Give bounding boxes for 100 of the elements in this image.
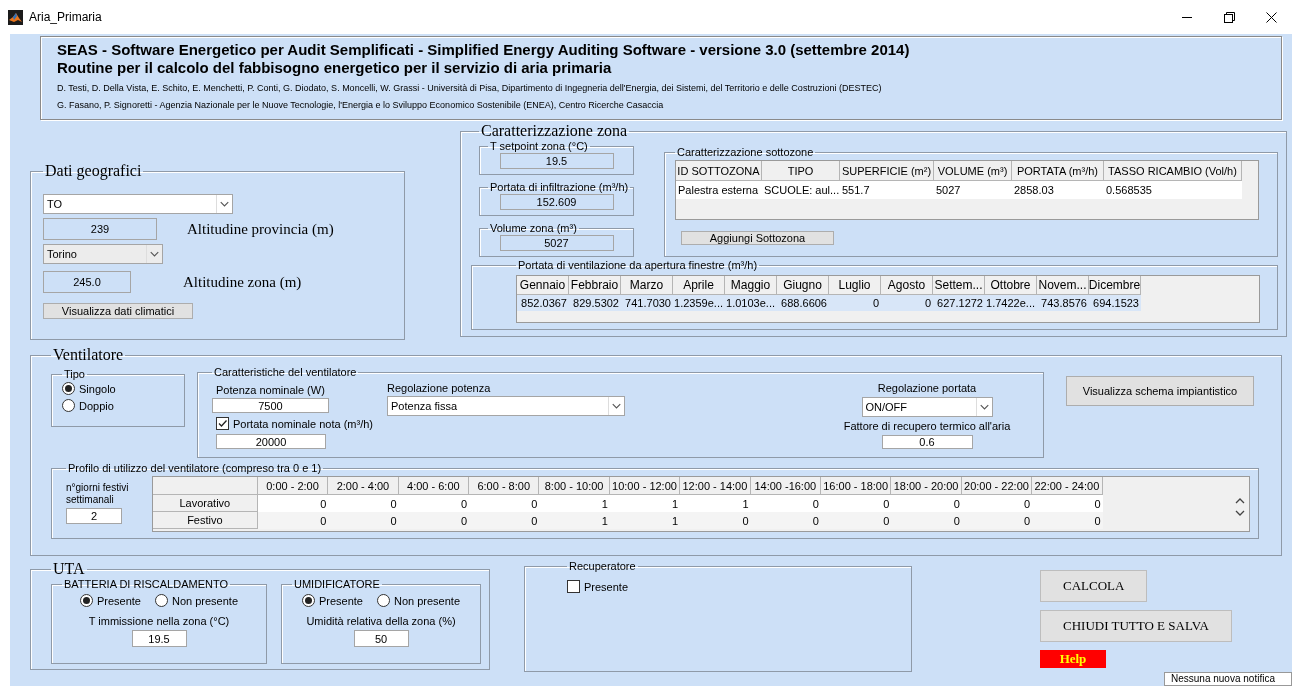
column-header: SUPERFICIE (m²) (840, 161, 934, 181)
column-header: ID SOTTOZONA (676, 161, 762, 181)
caret-icon (608, 397, 624, 415)
table-cell: 1.0103e... (725, 295, 777, 311)
column-header: 0:00 - 2:00 (257, 477, 329, 495)
checkbox[interactable] (567, 580, 580, 593)
scroll-down-icon[interactable] (1235, 510, 1245, 517)
radio-button[interactable] (155, 594, 168, 607)
column-header: 8:00 - 10:00 (539, 477, 610, 495)
column-header: Dicembre (1089, 276, 1141, 295)
table-cell[interactable]: 0 (1032, 495, 1103, 512)
checkbox-label: Presente (584, 580, 629, 593)
radio-button[interactable] (62, 382, 75, 395)
table-cell[interactable]: 0 (328, 512, 399, 529)
radio-button[interactable] (301, 594, 315, 607)
value-field[interactable]: 19.5 (131, 630, 187, 647)
table-cell: 694.1523 (1089, 295, 1141, 311)
zone-altitude-field: 245.0 (43, 271, 131, 293)
column-header: Agosto (881, 276, 933, 295)
radio-label: Non presente (394, 594, 461, 607)
checkbox-label: Portata nominale nota (m³/h) (233, 417, 373, 430)
table-cell: 1.2359e... (673, 295, 725, 311)
province-altitude-field: 239 (43, 218, 157, 240)
table-cell[interactable]: 0 (680, 512, 751, 529)
radio-button[interactable] (79, 594, 93, 607)
table-cell: 688.6606 (777, 295, 829, 311)
flow-field[interactable]: 20000 (216, 434, 326, 449)
column-header: Maggio (725, 276, 777, 295)
flow-regulation-dropdown[interactable]: ON/OFF (861, 397, 993, 417)
column-header: Novem... (1037, 276, 1089, 295)
province-dropdown[interactable]: TO (43, 194, 233, 214)
add-subzone-button[interactable]: Aggiungi Sottozona (681, 231, 834, 245)
table-cell[interactable]: 0 (961, 495, 1033, 512)
checkbox[interactable] (216, 417, 229, 430)
table-cell[interactable]: 1 (539, 512, 610, 529)
table-cell[interactable]: 0 (821, 495, 892, 512)
column-header: Settem... (933, 276, 985, 295)
radio-label: Doppio (79, 399, 114, 412)
table-cell[interactable]: 0 (961, 512, 1033, 529)
column-header: 12:00 - 14:00 (680, 477, 751, 495)
radio-button[interactable] (62, 399, 75, 412)
table-cell[interactable]: 1 (680, 495, 751, 512)
scroll-up-icon[interactable] (1235, 497, 1245, 504)
help-button[interactable]: Help (1040, 650, 1106, 668)
table-cell[interactable]: 0 (398, 512, 470, 529)
schema-button[interactable]: Visualizza schema impiantistico (1066, 376, 1254, 406)
panel-title: Caratterizzazione zona (480, 122, 629, 140)
field-label: Altitudine zona (m) (183, 273, 302, 291)
field-label: Altitudine provincia (m) (187, 220, 334, 238)
column-header: Aprile (673, 276, 725, 295)
table-cell[interactable]: 1 (539, 495, 610, 512)
table-cell[interactable]: 0 (891, 512, 962, 529)
column-header: Febbraio (569, 276, 621, 295)
column-header: 20:00 - 22:00 (961, 477, 1033, 495)
table-cell[interactable]: 0 (750, 512, 821, 529)
radio-label: Singolo (79, 382, 116, 395)
table-cell[interactable]: 0 (257, 512, 329, 529)
table-cell[interactable]: 0 (328, 495, 399, 512)
field-label: Regolazione portata (877, 382, 977, 394)
app-logo-icon (8, 9, 23, 25)
table-cell: 0.568535 (1104, 181, 1242, 199)
value-field[interactable]: 50 (353, 630, 409, 647)
zone-value-field: 19.5 (499, 153, 614, 169)
table-cell[interactable]: 1 (609, 495, 681, 512)
table-cell[interactable]: 0 (821, 512, 892, 529)
zone-value-field: 5027 (499, 235, 614, 251)
column-header: TIPO (762, 161, 840, 181)
table-cell[interactable]: 0 (469, 495, 540, 512)
power-regulation-dropdown[interactable]: Potenza fissa (387, 396, 625, 416)
row-header: Lavorativo (152, 495, 258, 512)
table-cell: 741.7030 (621, 295, 673, 311)
table-cell[interactable]: 1 (609, 512, 681, 529)
power-field[interactable]: 7500 (212, 398, 329, 413)
restore-icon[interactable] (1223, 11, 1235, 23)
window-title: Aria_Primaria (29, 10, 103, 24)
radio-label: Presente (318, 594, 363, 607)
field-label: Fattore di recupero termico all'aria (843, 420, 1011, 432)
action-button[interactable]: CHIUDI TUTTO E SALVA (1040, 610, 1232, 642)
field-label: Volume zona (m³) (489, 222, 578, 234)
table-cell: 0 (829, 295, 881, 311)
table-cell: 5027 (934, 181, 1012, 199)
city-dropdown[interactable]: Torino (43, 244, 163, 264)
climate-data-button[interactable]: Visualizza dati climatici (43, 303, 193, 319)
table-cell[interactable]: 0 (398, 495, 470, 512)
table-cell[interactable]: 0 (469, 512, 540, 529)
table-cell[interactable]: 0 (257, 495, 329, 512)
table-cell[interactable]: 0 (891, 495, 962, 512)
close-icon[interactable] (1265, 11, 1277, 23)
table-cell[interactable]: 0 (1032, 512, 1103, 529)
action-button[interactable]: CALCOLA (1040, 570, 1148, 602)
holidays-field[interactable]: 2 (66, 508, 122, 524)
recovery-field[interactable]: 0.6 (881, 435, 973, 449)
notification-toast: Nessuna nuova notifica (1164, 672, 1292, 686)
column-header: 18:00 - 20:00 (891, 477, 962, 495)
authors-text: D. Testi, D. Della Vista, E. Schito, E. Menchetti, P. Conti, G. Diodato, S. Moncelli, W. Grassi - Università di Pisa, Dipartimento di Ingegneria dell'Energia, dei Sistemi, del Territorio e delle Costruzioni (DESTEC) (57, 83, 883, 94)
panel-title: Profilo di utilizzo del ventilatore (compreso tra 0 e 1) (67, 462, 323, 474)
table-cell: 743.8576 (1037, 295, 1089, 311)
column-header: 2:00 - 4:00 (328, 477, 399, 495)
radio-button[interactable] (377, 594, 390, 607)
table-cell[interactable]: 0 (750, 495, 821, 512)
